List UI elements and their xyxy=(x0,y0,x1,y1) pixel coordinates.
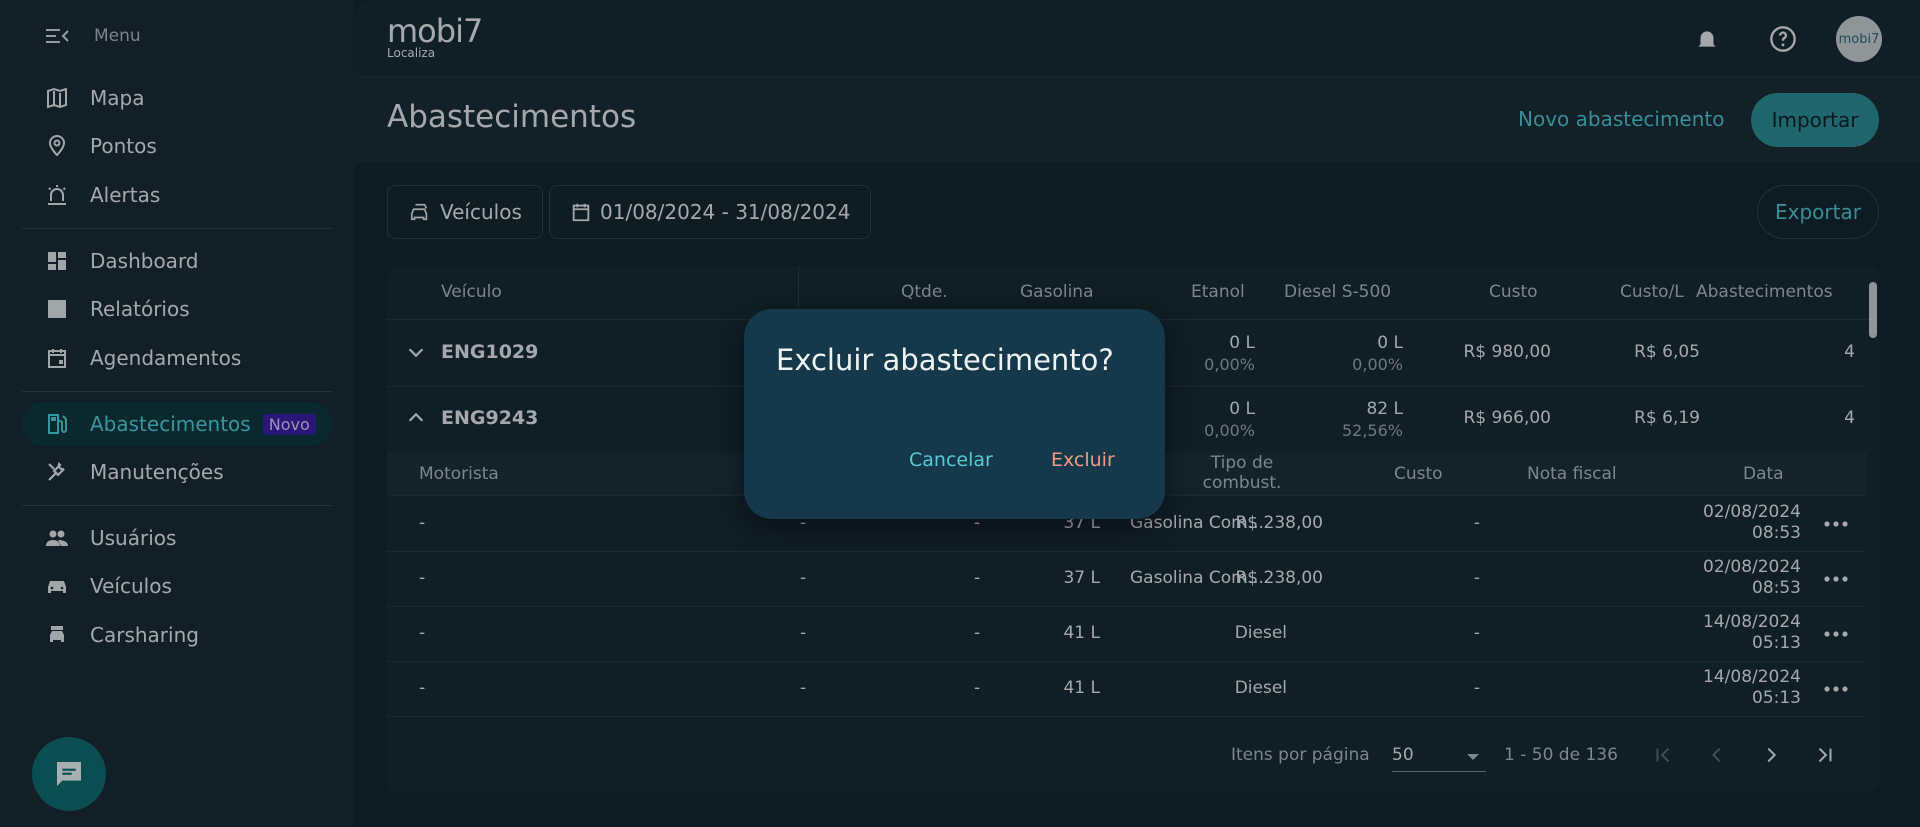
cancel-button[interactable]: Cancelar xyxy=(909,449,993,471)
dialog-title: Excluir abastecimento? xyxy=(776,343,1114,377)
delete-refuel-dialog: Excluir abastecimento? Cancelar Excluir xyxy=(744,309,1165,519)
delete-button[interactable]: Excluir xyxy=(1051,449,1115,471)
